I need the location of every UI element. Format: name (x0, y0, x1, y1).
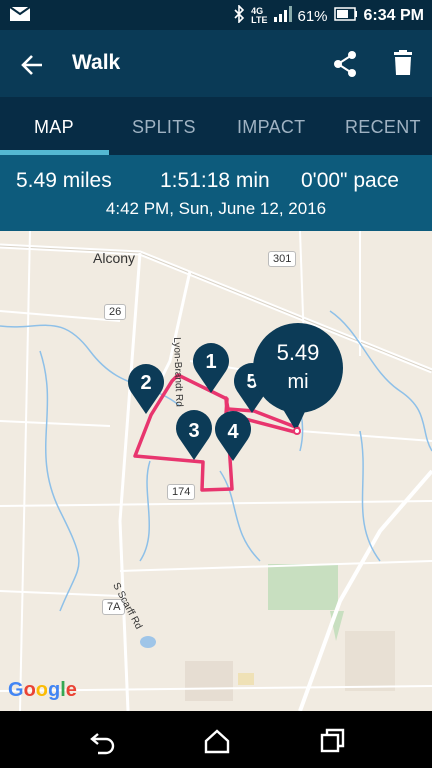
park-area (268, 564, 338, 610)
lte-icon: 4G LTE (251, 6, 268, 25)
tab-recent[interactable]: RECENT (345, 117, 421, 138)
app-bar: Walk (0, 30, 432, 97)
route-end-dot (293, 427, 301, 435)
split-marker-2-label: 2 (140, 372, 151, 394)
map-canvas: 1 2 5 3 4 5.49 mi (0, 231, 432, 711)
workout-summary: 5.49 miles 1:51:18 min 0'00" pace 4:42 P… (0, 155, 432, 231)
nav-home-icon[interactable] (202, 726, 232, 756)
road-shield-174: 174 (167, 484, 196, 500)
signal-icon (273, 6, 292, 26)
trash-icon[interactable] (390, 49, 416, 79)
tab-splits[interactable]: SPLITS (132, 117, 196, 138)
system-nav-bar (0, 711, 432, 768)
nav-back-icon[interactable] (88, 726, 118, 756)
split-marker-4-label: 4 (227, 421, 239, 443)
tab-map[interactable]: MAP (34, 117, 74, 138)
split-marker-3-label: 3 (188, 420, 199, 442)
share-icon[interactable] (330, 49, 360, 79)
workout-datetime: 4:42 PM, Sun, June 12, 2016 (105, 199, 327, 218)
road-shield-26: 26 (104, 304, 127, 320)
duration-value: 1:51:18 min (160, 169, 270, 192)
battery-icon (333, 7, 358, 25)
distance-bubble-unit: mi (287, 371, 308, 393)
tab-bar: MAP SPLITS IMPACT RECENT (0, 97, 432, 155)
google-logo: Google (8, 679, 77, 701)
bluetooth-icon (233, 4, 245, 27)
mail-icon (9, 6, 31, 27)
place-label-alcony: Alcony (93, 250, 136, 266)
battery-percent: 61% (297, 7, 328, 25)
status-time: 6:34 PM (363, 7, 424, 24)
tab-impact[interactable]: IMPACT (237, 117, 305, 138)
pace-value: 0'00" pace (301, 169, 399, 192)
nav-recents-icon[interactable] (318, 726, 348, 756)
distance-bubble-value: 5.49 (277, 340, 320, 365)
back-arrow-icon[interactable] (18, 50, 48, 80)
split-marker-1-label: 1 (205, 351, 216, 373)
road-shield-301: 301 (268, 251, 297, 267)
distance-value: 5.49 miles (16, 169, 112, 192)
route-map[interactable]: 1 2 5 3 4 5.49 mi Alcony 301 26 174 7A S (0, 231, 432, 711)
page-title: Walk (72, 51, 121, 74)
status-bar: 4G LTE 61% 6:34 PM (0, 0, 432, 30)
